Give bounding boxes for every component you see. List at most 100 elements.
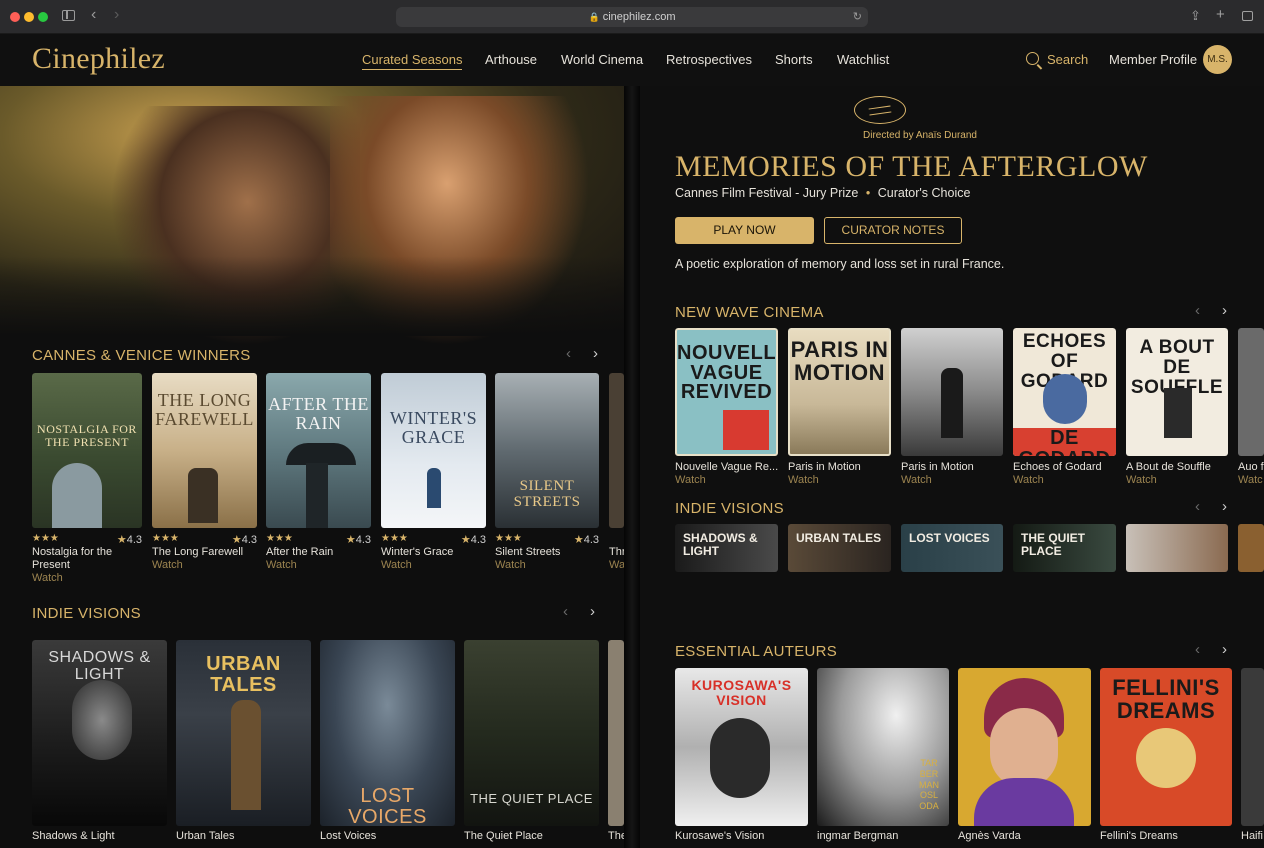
film-title[interactable]: The xyxy=(608,830,624,842)
film-poster[interactable] xyxy=(609,373,624,528)
film-poster[interactable]: FELLINI'S DREAMS xyxy=(1100,668,1232,826)
film-poster[interactable]: WINTER'S GRACE xyxy=(381,373,486,528)
site-logo[interactable]: Cinephilez xyxy=(32,42,165,76)
watch-link[interactable]: Watch xyxy=(675,474,706,486)
film-card[interactable]: AFTER THE RAIN ★★★ ★4.3 After the Rain W… xyxy=(266,373,371,573)
watch-link[interactable]: Watch xyxy=(901,474,932,486)
film-card[interactable]: LOST VOICES Lost Voices xyxy=(320,640,455,848)
member-profile-link[interactable]: Member Profile xyxy=(1109,52,1197,67)
nav-shorts[interactable]: Shorts xyxy=(775,52,813,67)
film-poster[interactable]: SILENT STREETS xyxy=(495,373,599,528)
film-card-partial[interactable]: Haifi xyxy=(1241,668,1264,848)
film-title[interactable]: Echoes of Godard xyxy=(1013,461,1102,473)
play-now-button[interactable]: PLAY NOW xyxy=(675,217,814,244)
nav-arthouse[interactable]: Arthouse xyxy=(485,52,537,67)
hero-image[interactable] xyxy=(0,86,624,346)
film-title[interactable]: Lost Voices xyxy=(320,830,376,842)
film-card-partial[interactable]: Thr Wa xyxy=(609,373,624,573)
film-card[interactable]: THE QUIET PLACE xyxy=(1013,524,1116,572)
nav-curated-seasons[interactable]: Curated Seasons xyxy=(362,52,463,70)
film-poster[interactable]: PARIS IN MOTION xyxy=(788,328,891,456)
film-card[interactable]: LOST VOICES xyxy=(901,524,1003,572)
film-card[interactable]: SHADOWS & LIGHT xyxy=(675,524,778,572)
film-card[interactable]: Paris in Motion Watch xyxy=(901,328,1003,488)
film-title[interactable]: Auo f xyxy=(1238,461,1264,473)
close-window-icon[interactable] xyxy=(10,12,20,22)
back-icon[interactable]: ‹ xyxy=(91,6,96,24)
nav-watchlist[interactable]: Watchlist xyxy=(837,52,889,67)
watch-link[interactable]: Watc xyxy=(1238,474,1263,486)
film-title[interactable]: Nostalgia for the xyxy=(32,546,112,558)
film-card[interactable]: TAR BER MAN OSL ODA ingmar Bergman xyxy=(817,668,949,848)
film-poster[interactable]: SHADOWS & LIGHT xyxy=(32,640,167,826)
chevron-left-icon[interactable]: ‹ xyxy=(566,345,571,362)
film-card[interactable]: PARIS IN MOTION Paris in Motion Watch xyxy=(788,328,891,488)
film-title[interactable]: Agnès Varda xyxy=(958,830,1021,842)
film-poster[interactable]: NOUVELLE VAGUE REVIVED xyxy=(675,328,778,456)
chevron-right-icon[interactable]: › xyxy=(590,603,595,620)
reload-icon[interactable]: ↻ xyxy=(853,7,862,27)
film-poster[interactable] xyxy=(1241,668,1264,826)
watch-link[interactable]: Watch xyxy=(32,572,63,583)
film-card[interactable]: THE QUIET PLACE The Quiet Place xyxy=(464,640,599,848)
film-card[interactable]: ECHOES OF GODARD DE GODARD Echoes of God… xyxy=(1013,328,1116,488)
film-poster[interactable] xyxy=(901,328,1003,456)
tabs-icon[interactable] xyxy=(1242,11,1253,21)
film-title[interactable]: Fellini's Dreams xyxy=(1100,830,1178,842)
film-poster[interactable]: NOSTALGIA FOR THE PRESENT xyxy=(32,373,142,528)
chevron-left-icon[interactable]: ‹ xyxy=(1195,302,1200,319)
film-title-line2[interactable]: Present xyxy=(32,559,70,571)
film-poster[interactable]: LOST VOICES xyxy=(320,640,455,826)
film-card[interactable]: NOSTALGIA FOR THE PRESENT ★★★ ★4.3 Nosta… xyxy=(32,373,142,583)
film-title[interactable]: Paris in Motion xyxy=(901,461,974,473)
avatar[interactable]: M.S. xyxy=(1203,45,1232,74)
film-title[interactable]: Thr xyxy=(609,546,624,558)
search-icon[interactable] xyxy=(1026,52,1039,65)
nav-world-cinema[interactable]: World Cinema xyxy=(561,52,643,67)
nav-retrospectives[interactable]: Retrospectives xyxy=(666,52,752,67)
film-title[interactable]: ingmar Bergman xyxy=(817,830,898,842)
watch-link[interactable]: Watch xyxy=(788,474,819,486)
new-tab-icon[interactable]: + xyxy=(1216,6,1225,23)
chevron-right-icon[interactable]: › xyxy=(1222,641,1227,658)
film-title[interactable]: After the Rain xyxy=(266,546,333,558)
watch-link[interactable]: Watch xyxy=(1013,474,1044,486)
watch-link[interactable]: Watch xyxy=(152,559,183,571)
watch-link[interactable]: Watch xyxy=(495,559,526,571)
chevron-right-icon[interactable]: › xyxy=(1222,302,1227,319)
watch-link[interactable]: Watch xyxy=(266,559,297,571)
film-card[interactable]: A BOUT DE SOUFFLE A Bout de Souffle Watc… xyxy=(1126,328,1228,488)
zoom-window-icon[interactable] xyxy=(38,12,48,22)
film-poster[interactable]: THE QUIET PLACE xyxy=(464,640,599,826)
film-title[interactable]: The Long Farewell xyxy=(152,546,243,558)
film-title[interactable]: Urban Tales xyxy=(176,830,235,842)
film-card[interactable]: Agnès Varda xyxy=(958,668,1091,848)
film-poster[interactable]: A BOUT DE SOUFFLE xyxy=(1126,328,1228,456)
sidebar-icon[interactable] xyxy=(62,10,75,21)
curator-notes-button[interactable]: CURATOR NOTES xyxy=(824,217,962,244)
film-poster[interactable]: ECHOES OF GODARD DE GODARD xyxy=(1013,328,1116,456)
film-title[interactable]: Shadows & Light xyxy=(32,830,115,842)
film-title[interactable]: Paris in Motion xyxy=(788,461,861,473)
film-poster[interactable]: THE LONG FAREWELL xyxy=(152,373,257,528)
watch-link[interactable]: Watch xyxy=(381,559,412,571)
address-bar[interactable]: 🔒 cinephilez.com ↻ xyxy=(396,7,868,27)
film-title[interactable]: The Quiet Place xyxy=(464,830,543,842)
watch-link[interactable]: Wa xyxy=(609,559,624,571)
film-poster[interactable]: URBAN TALES xyxy=(176,640,311,826)
film-title[interactable]: Silent Streets xyxy=(495,546,560,558)
minimize-window-icon[interactable] xyxy=(24,12,34,22)
pane-divider[interactable] xyxy=(624,86,640,848)
film-poster[interactable] xyxy=(608,640,624,826)
chevron-left-icon[interactable]: ‹ xyxy=(1195,641,1200,658)
film-title[interactable]: Winter's Grace xyxy=(381,546,453,558)
share-icon[interactable]: ⇪ xyxy=(1190,8,1201,24)
search-link[interactable]: Search xyxy=(1047,52,1088,67)
film-title[interactable]: A Bout de Souffle xyxy=(1126,461,1211,473)
film-card[interactable]: FELLINI'S DREAMS Fellini's Dreams xyxy=(1100,668,1232,848)
film-poster[interactable] xyxy=(1238,328,1264,456)
film-card-partial[interactable] xyxy=(1238,524,1264,572)
film-card-partial[interactable]: Auo f Watc xyxy=(1238,328,1264,488)
watch-link[interactable]: Watch xyxy=(1126,474,1157,486)
film-card-partial[interactable]: The xyxy=(608,640,624,848)
